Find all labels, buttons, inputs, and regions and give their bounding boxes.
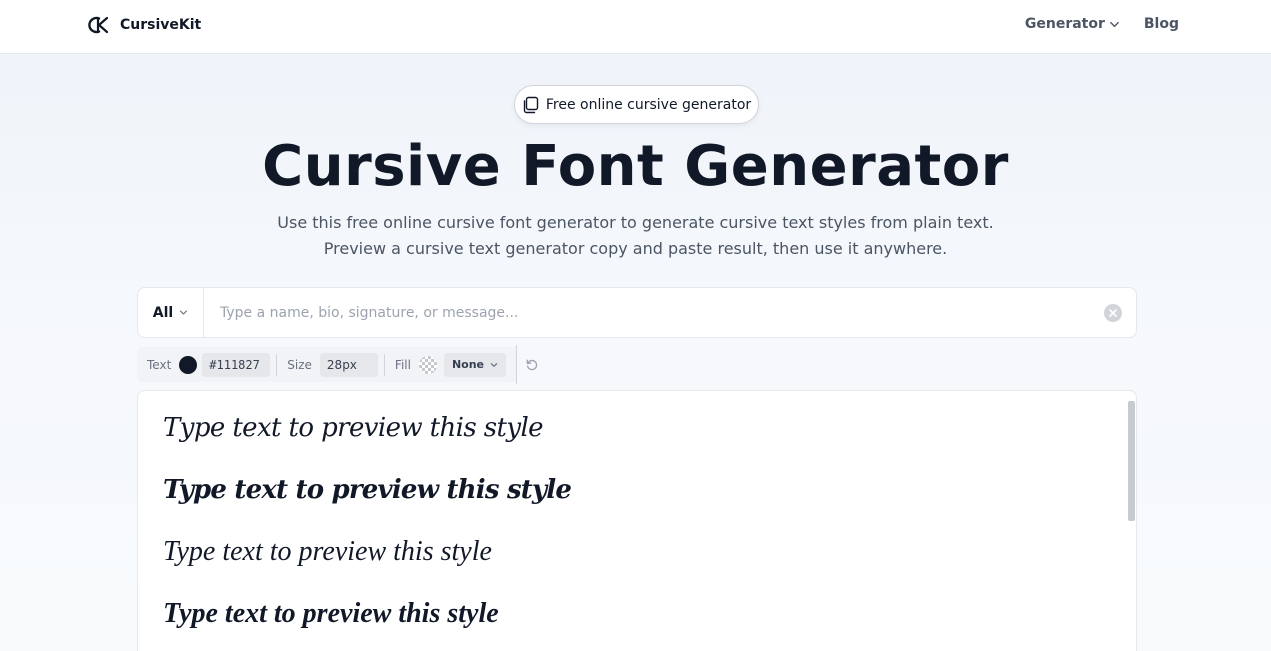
category-filter-label: All [152, 304, 174, 321]
nav-blog-link[interactable]: Blog [1144, 16, 1179, 32]
preview-item[interactable]: Type text to preview this style [163, 598, 499, 630]
nav-generator-dropdown[interactable]: Generator [1025, 16, 1120, 32]
scrollbar-thumb[interactable] [1128, 401, 1135, 521]
text-color-swatch[interactable] [179, 355, 198, 374]
preview-list: Type text to preview this style Type tex… [137, 390, 1137, 651]
size-control: Size 28px [277, 347, 384, 382]
hero-badge-text: Free online cursive generator [545, 96, 752, 113]
style-toolbar: Text #111827 Size 28px Fill None [137, 345, 548, 384]
chevron-down-icon [1110, 21, 1119, 27]
top-navbar: CursiveKit Generator Blog [0, 0, 1271, 54]
size-field[interactable]: 28px [319, 352, 378, 377]
preview-item[interactable]: Type text to preview this style [163, 475, 572, 505]
copy-icon [523, 96, 539, 113]
page-title: Cursive Font Generator [262, 134, 1009, 199]
hero-badge: Free online cursive generator [514, 85, 759, 124]
text-input[interactable] [204, 288, 1103, 337]
preview-item[interactable]: Type text to preview this style [163, 536, 492, 568]
brand-link[interactable]: CursiveKit [87, 14, 201, 36]
preview-item[interactable]: Type text to preview this style [163, 413, 544, 443]
text-color-control: Text #111827 [137, 347, 277, 382]
hero-subtitle-line-2: Preview a cursive text generator copy an… [323, 239, 948, 258]
hero-subtitle: Use this free online cursive font genera… [0, 210, 1271, 262]
hero-subtitle-line-1: Use this free online cursive font genera… [277, 213, 994, 232]
category-filter-dropdown[interactable]: All [138, 288, 204, 337]
fill-label: Fill [394, 357, 411, 372]
nav-blog-label: Blog [1143, 16, 1179, 32]
text-color-hex-field[interactable]: #111827 [202, 352, 271, 377]
chevron-down-icon [180, 310, 188, 315]
transparent-swatch-icon[interactable] [418, 355, 437, 374]
fill-control: Fill None [384, 347, 517, 382]
fill-select-value: None [451, 358, 485, 371]
fill-select[interactable]: None [443, 352, 507, 377]
cursivekit-logo-icon [88, 16, 109, 34]
search-bar: All [137, 287, 1137, 338]
main-nav: Generator Blog [1025, 16, 1179, 32]
text-color-label: Text [147, 357, 172, 372]
reset-icon [526, 359, 538, 370]
brand-name: CursiveKit [120, 17, 202, 33]
reset-button[interactable] [517, 347, 548, 382]
size-label: Size [287, 357, 312, 372]
nav-generator-label: Generator [1024, 16, 1105, 32]
chevron-down-icon [490, 362, 498, 367]
clear-icon[interactable] [1103, 303, 1123, 323]
